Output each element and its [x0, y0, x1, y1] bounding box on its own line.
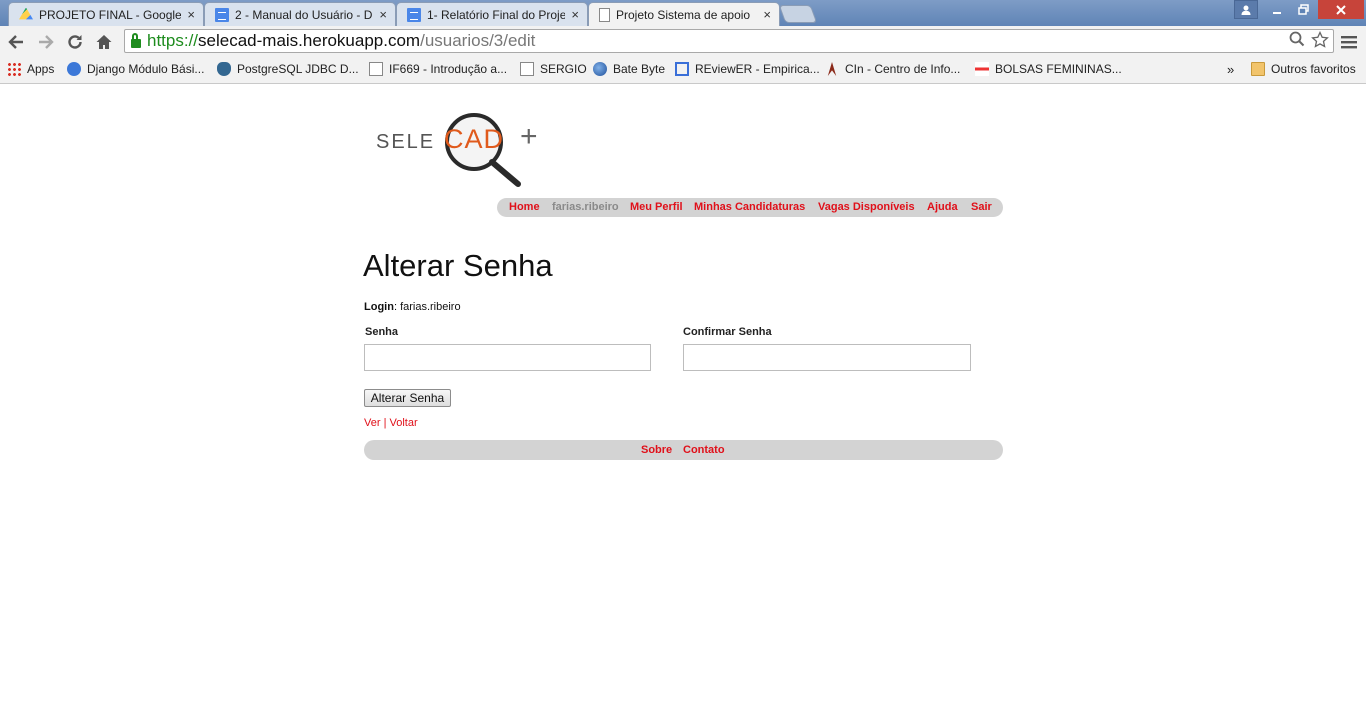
restore-window-icon[interactable] [1290, 0, 1316, 19]
google-drive-icon [19, 7, 33, 20]
bookmark-label: BOLSAS FEMININAS... [995, 62, 1122, 76]
cin-icon [827, 62, 837, 76]
nav-ajuda[interactable]: Ajuda [927, 201, 958, 213]
google-docs-icon [407, 7, 421, 22]
bookmark-django[interactable]: Django Módulo Bási... [67, 62, 204, 76]
lock-icon [131, 33, 141, 48]
bookmark-label: SERGIO [540, 62, 587, 76]
close-tab-icon[interactable]: × [187, 7, 195, 22]
back-arrow-icon[interactable] [6, 32, 26, 52]
login-value: farias.ribeiro [400, 301, 461, 313]
nav-current-user: farias.ribeiro [552, 201, 619, 213]
confirm-password-field[interactable] [683, 344, 971, 371]
browser-tab-relatorio-final[interactable]: 1- Relatório Final do Proje × [396, 2, 588, 26]
google-docs-icon [215, 7, 229, 22]
bookmark-star-icon[interactable] [1311, 30, 1329, 54]
minimize-window-icon[interactable] [1264, 0, 1290, 19]
bookmark-apps[interactable]: Apps [7, 62, 54, 76]
bookmark-label: Django Módulo Bási... [87, 62, 205, 76]
nav-sair[interactable]: Sair [971, 201, 992, 213]
login-label: Login [364, 301, 394, 313]
reviewer-icon [675, 62, 689, 76]
tab-title: 1- Relatório Final do Proje [427, 7, 566, 22]
footer-sobre-link[interactable]: Sobre [641, 444, 672, 456]
bookmark-cin[interactable]: CIn - Centro de Info... [825, 62, 960, 76]
confirm-password-label: Confirmar Senha [683, 326, 772, 338]
back-link[interactable]: Voltar [390, 417, 418, 429]
bookmark-label: Apps [27, 62, 55, 76]
reload-icon[interactable] [65, 32, 85, 52]
close-tab-icon[interactable]: × [571, 7, 579, 22]
nav-minhas-candidaturas[interactable]: Minhas Candidaturas [694, 201, 805, 213]
forward-arrow-icon[interactable] [36, 32, 56, 52]
bookmark-label: Bate Byte [613, 62, 666, 76]
url-scheme: https:// [147, 31, 199, 50]
bookmark-label: REviewER - Empirica... [695, 62, 820, 76]
page-title: Alterar Senha [363, 248, 553, 283]
bookmark-postgresql[interactable]: PostgreSQL JDBC D... [217, 62, 359, 76]
main-navigation: Home farias.ribeiro Meu Perfil Minhas Ca… [497, 198, 1003, 217]
browser-toolbar: https://selecad-mais.herokuapp.com/usuar… [0, 26, 1366, 58]
browser-tab-manual-usuario[interactable]: 2 - Manual do Usuário - D × [204, 2, 396, 26]
tab-title: PROJETO FINAL - Google [39, 7, 182, 22]
nav-home[interactable]: Home [509, 201, 540, 213]
link-separator: | [383, 417, 387, 429]
url-host: selecad-mais.herokuapp.com [198, 31, 421, 50]
close-window-icon[interactable] [1318, 0, 1364, 19]
url-path: /usuarios/3/edit [420, 31, 536, 50]
bookmark-if669[interactable]: IF669 - Introdução a... [369, 62, 507, 76]
bookmark-sergio[interactable]: SERGIO [520, 62, 587, 76]
folder-icon [1251, 62, 1265, 76]
new-tab-button[interactable] [778, 5, 818, 23]
password-label: Senha [365, 326, 399, 338]
close-tab-icon[interactable]: × [763, 7, 771, 22]
tab-title: Projeto Sistema de apoio [616, 7, 751, 22]
bookmark-label: Outros favoritos [1271, 62, 1356, 76]
browser-menu-icon[interactable] [1340, 32, 1358, 52]
browser-tab-strip: PROJETO FINAL - Google × 2 - Manual do U… [0, 0, 1366, 26]
login-info: Login: farias.ribeiro [364, 301, 461, 313]
user-profile-icon[interactable] [1234, 0, 1258, 19]
nav-vagas-disponiveis[interactable]: Vagas Disponíveis [818, 201, 915, 213]
bookmarks-bar: Apps Django Módulo Bási... PostgreSQL JD… [0, 58, 1366, 84]
page-icon [369, 62, 383, 76]
address-bar[interactable]: https://selecad-mais.herokuapp.com/usuar… [124, 29, 1334, 53]
footer-bar: Sobre Contato [364, 440, 1003, 460]
django-icon [67, 62, 81, 76]
browser-tab-projeto-final[interactable]: PROJETO FINAL - Google × [8, 2, 204, 26]
bookmark-other-favorites[interactable]: Outros favoritos [1251, 62, 1356, 76]
zoom-search-icon[interactable] [1289, 31, 1305, 54]
apps-grid-icon [7, 62, 21, 76]
selecad-logo[interactable]: SELE CAD + [374, 112, 556, 188]
logo-text-sele: SELE [376, 131, 436, 153]
tab-title: 2 - Manual do Usuário - D [235, 7, 373, 22]
bookmark-label: PostgreSQL JDBC D... [237, 62, 359, 76]
bookmark-bate-byte[interactable]: Bate Byte [593, 62, 665, 76]
view-link[interactable]: Ver [364, 417, 381, 429]
password-field[interactable] [364, 344, 651, 371]
footer-contato-link[interactable]: Contato [683, 444, 725, 456]
home-icon[interactable] [94, 32, 114, 52]
nav-meu-perfil[interactable]: Meu Perfil [630, 201, 683, 213]
close-tab-icon[interactable]: × [379, 7, 387, 22]
bookmark-label: CIn - Centro de Info... [845, 62, 961, 76]
bookmarks-overflow-chevron-icon[interactable]: » [1227, 62, 1234, 77]
bookmark-bolsas-femininas[interactable]: BOLSAS FEMININAS... [975, 62, 1122, 76]
browser-tab-projeto-sistema[interactable]: Projeto Sistema de apoio × [588, 2, 780, 26]
postgresql-icon [217, 62, 231, 76]
logo-plus: + [520, 120, 538, 153]
change-password-button[interactable]: Alterar Senha [364, 389, 451, 407]
globe-icon [593, 62, 607, 76]
page-icon [520, 62, 534, 76]
bookmark-reviewer[interactable]: REviewER - Empirica... [675, 62, 820, 76]
bolsas-icon [975, 62, 989, 76]
bookmark-label: IF669 - Introdução a... [389, 62, 508, 76]
action-links: Ver | Voltar [364, 417, 418, 429]
logo-text-cad: CAD [444, 124, 505, 154]
page-icon [599, 7, 610, 22]
